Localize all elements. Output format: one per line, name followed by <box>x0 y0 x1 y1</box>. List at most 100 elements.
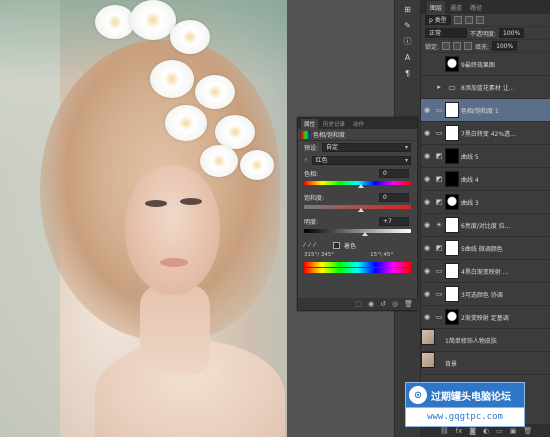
saturation-slider[interactable] <box>304 205 411 212</box>
visibility-eye-icon[interactable]: ◉ <box>421 129 433 137</box>
layer-thumbnail[interactable]: ▭ <box>445 79 459 95</box>
tab-layers[interactable]: 图层 <box>427 1 446 14</box>
eyedropper-minus-icon[interactable]: ⁄ <box>314 242 315 249</box>
layer-name[interactable]: 2渐变映射 定基调 <box>461 313 550 322</box>
text-icon[interactable]: A <box>400 52 416 64</box>
brush-icon[interactable]: ✎ <box>400 20 416 32</box>
visibility-eye-icon[interactable]: ◉ <box>421 313 433 321</box>
colorize-checkbox[interactable] <box>333 242 341 249</box>
layer-thumbnail[interactable] <box>445 102 459 118</box>
layer-thumbnail[interactable] <box>445 56 459 72</box>
document-canvas-photo[interactable] <box>0 0 287 437</box>
link-layers-icon[interactable]: ⛓ <box>440 427 449 435</box>
layer-thumbnail[interactable] <box>445 171 459 187</box>
tab-history[interactable]: 历史记录 <box>320 119 348 129</box>
layer-thumbnail[interactable] <box>445 286 459 302</box>
visibility-eye-icon[interactable]: ◉ <box>421 267 433 275</box>
channel-select[interactable]: 红色 <box>311 156 411 165</box>
layer-row[interactable]: ▸ ▭ 8添加蓝花素材 让... <box>421 76 550 99</box>
folder-icon[interactable]: ▭ <box>496 427 503 435</box>
tab-paths[interactable]: 路径 <box>467 1 486 14</box>
new-layer-icon[interactable]: ▣ <box>510 427 517 435</box>
fx-icon[interactable]: fx <box>456 427 463 435</box>
reset-icon[interactable]: ↺ <box>380 300 386 308</box>
filter-text-icon[interactable] <box>475 16 484 24</box>
visibility-eye-icon[interactable]: ◉ <box>421 198 433 206</box>
layer-row[interactable]: ◉ ▭ 2渐变映射 定基调 <box>421 306 550 329</box>
visibility-eye-icon[interactable]: ◉ <box>421 290 433 298</box>
layer-row[interactable]: ◉ ▭ 3可选颜色 协调 <box>421 283 550 306</box>
layer-row[interactable]: ◉ ▭ 4黑白渐变映射 ... <box>421 260 550 283</box>
layer-row[interactable]: ◉背景 <box>421 352 550 375</box>
lock-position-icon[interactable] <box>453 42 462 50</box>
layer-thumbnail[interactable] <box>421 352 435 368</box>
layer-thumbnail[interactable] <box>445 194 459 210</box>
layer-row[interactable]: 9最终效果图 <box>421 53 550 76</box>
clip-to-layer-icon[interactable]: ⬚ <box>355 300 362 308</box>
fill-input[interactable]: 100% <box>492 41 518 51</box>
hue-slider-knob[interactable] <box>358 184 364 188</box>
layer-name[interactable]: 5曲线 微调颜色 <box>461 244 550 253</box>
layer-name[interactable]: 7黑白转变 42%透... <box>461 129 550 138</box>
layer-name[interactable]: 8添加蓝花素材 让... <box>461 83 550 92</box>
layer-name[interactable]: 曲线 3 <box>461 198 550 207</box>
hue-slider[interactable] <box>304 181 411 188</box>
lightness-slider-knob[interactable] <box>362 232 368 236</box>
layer-name[interactable]: 背景 <box>445 359 550 368</box>
hue-input[interactable]: 0 <box>379 169 409 178</box>
lightness-slider[interactable] <box>304 229 411 236</box>
adjustment-icon[interactable]: ◐ <box>483 427 489 435</box>
tab-actions[interactable]: 动作 <box>350 119 367 129</box>
layer-thumbnail[interactable] <box>445 263 459 279</box>
saturation-input[interactable]: 0 <box>379 193 409 202</box>
lightness-input[interactable]: +7 <box>379 217 409 226</box>
layer-row[interactable]: ◉1简单修饰人物皮肤 <box>421 329 550 352</box>
layer-row[interactable]: ◉ ◩ 曲线 3 <box>421 191 550 214</box>
tab-channels[interactable]: 通道 <box>447 1 466 14</box>
tab-properties[interactable]: 属性 <box>301 119 319 129</box>
delete-icon[interactable]: 🗑 <box>404 300 413 308</box>
layer-row[interactable]: ◉ ▭ 7黑白转变 42%透... <box>421 122 550 145</box>
paragraph-icon[interactable]: ¶ <box>400 68 416 80</box>
eyedropper-plus-icon[interactable]: ⁄ <box>309 242 310 249</box>
layer-row[interactable]: ◉ ☀ 6亮度/对比度 拉... <box>421 214 550 237</box>
preset-select[interactable]: 自定 <box>322 143 411 152</box>
visibility-eye-icon[interactable]: ◉ <box>421 152 433 160</box>
trash-icon[interactable]: 🗑 <box>523 427 532 435</box>
visibility-eye-icon[interactable]: ◉ <box>421 175 433 183</box>
layer-kind-filter[interactable]: p 类型 <box>425 15 451 25</box>
spectrum-bar-bottom[interactable] <box>304 268 411 273</box>
info-icon[interactable]: ⓘ <box>400 36 416 48</box>
layer-thumbnail[interactable] <box>445 148 459 164</box>
layer-name[interactable]: 3可选颜色 协调 <box>461 290 550 299</box>
layer-name[interactable]: 9最终效果图 <box>461 60 550 69</box>
layer-name[interactable]: 色相/饱和度 1 <box>461 106 550 115</box>
view-previous-icon[interactable]: ◉ <box>368 300 374 308</box>
layer-name[interactable]: 4黑白渐变映射 ... <box>461 267 550 276</box>
layer-thumbnail[interactable] <box>445 240 459 256</box>
layer-name[interactable]: 曲线 4 <box>461 175 550 184</box>
eyedropper-icon[interactable]: ⁄ <box>304 242 305 249</box>
visibility-eye-icon[interactable]: ◉ <box>421 244 433 252</box>
layer-row[interactable]: ◉ ▭ 色相/饱和度 1 <box>421 99 550 122</box>
saturation-slider-knob[interactable] <box>358 208 364 212</box>
visibility-eye-icon[interactable]: ◉ <box>421 221 433 229</box>
layer-name[interactable]: 6亮度/对比度 拉... <box>461 221 550 230</box>
filter-pixel-icon[interactable] <box>453 16 462 24</box>
lock-all-icon[interactable] <box>464 42 473 50</box>
visibility-eye-icon[interactable]: ◉ <box>421 106 433 114</box>
layer-name[interactable]: 曲线 5 <box>461 152 550 161</box>
layer-thumbnail[interactable] <box>445 217 459 233</box>
history-icon[interactable]: ⊞ <box>400 4 416 16</box>
layer-row[interactable]: ◉ ◩ 5曲线 微调颜色 <box>421 237 550 260</box>
layer-row[interactable]: ◉ ◩ 曲线 5 <box>421 145 550 168</box>
target-adjust-icon[interactable]: ☝ <box>304 157 308 164</box>
lock-transparent-icon[interactable] <box>442 42 451 50</box>
layer-thumbnail[interactable] <box>445 125 459 141</box>
blend-mode-select[interactable]: 正常 <box>425 28 467 38</box>
layer-thumbnail[interactable] <box>445 309 459 325</box>
layer-thumbnail[interactable] <box>421 329 435 345</box>
mask-icon[interactable]: ◙ <box>469 427 476 435</box>
layer-row[interactable]: ◉ ◩ 曲线 4 <box>421 168 550 191</box>
visibility-icon[interactable]: ◎ <box>392 300 398 308</box>
